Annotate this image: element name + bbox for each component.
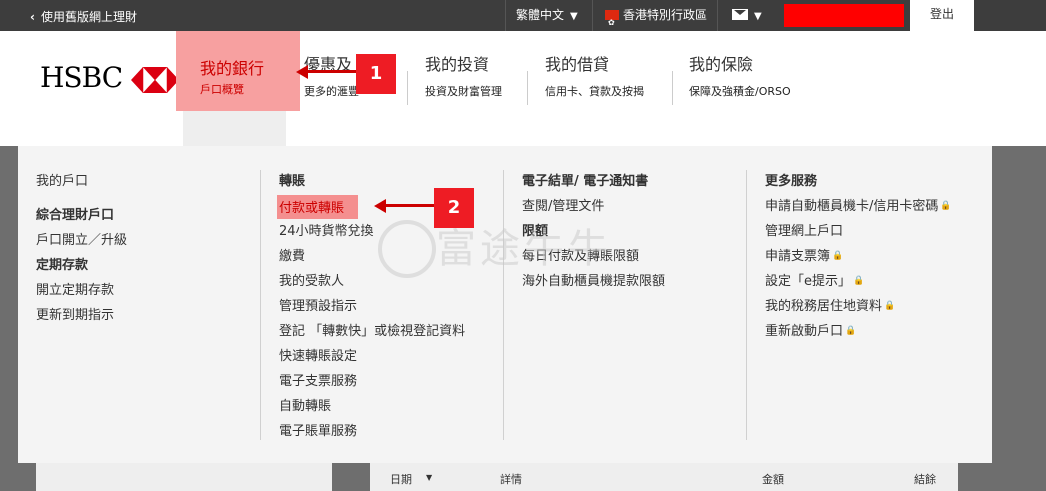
nav-offers[interactable]: 優惠及 更多的滙豐	[304, 51, 359, 111]
column-amount: 金額	[762, 473, 784, 486]
nav-active-tab-extension	[183, 111, 286, 146]
watermark-logo-icon	[378, 220, 436, 278]
nav-divider	[527, 71, 528, 105]
nav-my-investments[interactable]: 我的投資 投資及財富管理	[425, 51, 502, 111]
menu-link-e-alerts[interactable]: 設定「e提示」 🔒	[765, 270, 952, 295]
nav-title: 我的借貸	[545, 55, 610, 74]
annotation-arrow-1-line	[306, 70, 356, 73]
nav-subtitle: 更多的滙豐	[304, 85, 359, 98]
nav-subtitle: 投資及財富管理	[425, 85, 502, 98]
nav-subtitle: 戶口概覽	[200, 83, 244, 96]
back-to-old-banking-link[interactable]: ‹ 使用舊版網上理財	[30, 8, 137, 25]
nav-title: 我的投資	[425, 55, 490, 74]
menu-heading-integrated-account: 綜合理財戶口	[36, 208, 115, 223]
main-header: HSBC 我的銀行 戶口概覽 優惠及 更多的滙豐 我的投資 投資及財富管理 我的…	[0, 31, 1046, 146]
nav-subtitle: 信用卡、貸款及按揭	[545, 85, 644, 98]
chevron-left-icon: ‹	[30, 10, 35, 24]
menu-link-label: 我的稅務居住地資料	[765, 299, 883, 314]
background-content: 日期 ▼ 詳情 金額 結餘	[0, 463, 1046, 491]
menu-link-payment-or-transfer[interactable]: 付款或轉賬	[277, 195, 359, 219]
menu-column-more-services: 更多服務 申請自動櫃員機卡/信用卡密碼 🔒 管理網上戶口 申請支票簿 🔒 設定「e提…	[765, 170, 952, 345]
annotation-badge-2: 2	[434, 188, 474, 228]
chevron-down-icon: ▼	[754, 11, 762, 22]
column-details: 詳情	[500, 473, 522, 486]
nav-divider	[407, 71, 408, 105]
language-selector[interactable]: 繁體中文 ▼	[505, 0, 602, 31]
menu-heading-time-deposit: 定期存款	[36, 258, 89, 273]
menu-link-label: 申請支票簿	[765, 249, 831, 264]
menu-column-divider	[260, 170, 261, 440]
menu-link-e-cheque[interactable]: 電子支票服務	[279, 370, 465, 395]
nav-subtitle: 保障及強積金/ORSO	[689, 85, 791, 98]
lock-icon: 🔒	[832, 251, 844, 261]
nav-my-borrowing[interactable]: 我的借貸 信用卡、貸款及按揭	[545, 51, 644, 111]
chevron-down-icon: ▼	[570, 11, 578, 22]
column-date[interactable]: 日期	[390, 471, 412, 487]
lock-icon: 🔒	[884, 301, 896, 311]
nav-title: 我的保險	[689, 55, 754, 74]
lock-icon: 🔒	[853, 276, 865, 286]
menu-link-label: 重新啟動戶口	[765, 324, 844, 339]
region-selector[interactable]: 香港特別行政區	[592, 0, 729, 38]
menu-link-my-accounts[interactable]: 我的戶口	[36, 170, 127, 204]
envelope-icon	[732, 9, 748, 20]
hk-flag-icon	[605, 7, 619, 38]
menu-column-divider	[746, 170, 747, 440]
menu-heading-more-services: 更多服務	[765, 174, 818, 189]
annotation-arrow-2-line	[384, 204, 434, 207]
menu-link-open-time-deposit[interactable]: 開立定期存款	[36, 279, 127, 304]
user-name-redacted	[784, 4, 904, 27]
nav-divider	[672, 71, 673, 105]
menu-link-manage-online-account[interactable]: 管理網上戶口	[765, 220, 952, 245]
menu-link-account-open-upgrade[interactable]: 戶口開立／升級	[36, 229, 127, 254]
annotation-badge-1: 1	[356, 54, 396, 94]
menu-link-label: 設定「e提示」	[765, 274, 851, 289]
lock-icon: 🔒	[845, 326, 857, 336]
lock-icon: 🔒	[940, 201, 952, 211]
top-bar: ‹ 使用舊版網上理財 繁體中文 ▼ 香港特別行政區 ▼ 登出	[0, 0, 1046, 38]
menu-link-renewal-instructions[interactable]: 更新到期指示	[36, 304, 127, 329]
hsbc-hexagon-logo-icon	[131, 67, 179, 93]
menu-link-manage-standing-instructions[interactable]: 管理預設指示	[279, 295, 465, 320]
column-balance: 結餘	[914, 473, 936, 486]
nav-title: 我的銀行	[200, 59, 265, 78]
menu-link-tax-residency[interactable]: 我的稅務居住地資料 🔒	[765, 295, 952, 320]
back-label: 使用舊版網上理財	[40, 10, 137, 24]
menu-link-cheque-book[interactable]: 申請支票簿 🔒	[765, 245, 952, 270]
menu-link-quick-transfer-settings[interactable]: 快速轉賬設定	[279, 345, 465, 370]
menu-link-reactivate-account[interactable]: 重新啟動戶口 🔒	[765, 320, 952, 345]
menu-heading-e-statements: 電子結單/ 電子通知書	[522, 174, 649, 189]
sort-down-icon[interactable]: ▼	[426, 473, 432, 482]
logout-button[interactable]: 登出	[910, 0, 974, 31]
nav-my-insurance[interactable]: 我的保險 保障及強積金/ORSO	[689, 51, 791, 111]
menu-column-divider	[503, 170, 504, 440]
transaction-table-header: 日期 ▼ 詳情 金額 結餘	[370, 463, 958, 491]
nav-my-banking[interactable]: 我的銀行 戶口概覽	[176, 31, 300, 111]
banking-dropdown-menu: 我的戶口 綜合理財戶口 戶口開立／升級 定期存款 開立定期存款 更新到期指示 轉…	[18, 146, 992, 463]
region-label: 香港特別行政區	[623, 8, 708, 22]
menu-link-atm-pin[interactable]: 申請自動櫃員機卡/信用卡密碼 🔒	[765, 195, 952, 220]
hsbc-logo-text[interactable]: HSBC	[40, 61, 123, 94]
menu-link-fps-registration[interactable]: 登記 「轉數快」或檢視登記資料	[279, 320, 465, 345]
menu-link-auto-transfer[interactable]: 自動轉賬	[279, 395, 465, 420]
background-left-panel	[36, 463, 332, 491]
language-label: 繁體中文	[516, 8, 565, 22]
menu-link-e-bill[interactable]: 電子賬單服務	[279, 420, 465, 445]
menu-column-accounts: 我的戶口 綜合理財戶口 戶口開立／升級 定期存款 開立定期存款 更新到期指示	[36, 170, 127, 329]
menu-link-label: 申請自動櫃員機卡/信用卡密碼	[765, 199, 939, 214]
